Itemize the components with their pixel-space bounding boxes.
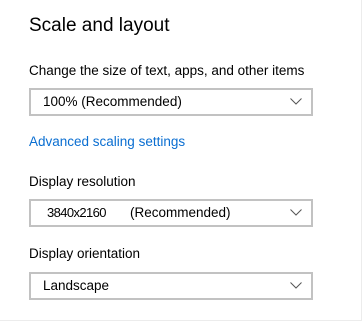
resolution-dropdown[interactable]: 3840x2160 (Recommended) xyxy=(29,199,313,227)
scale-label: Change the size of text, apps, and other… xyxy=(29,63,305,78)
chevron-down-icon xyxy=(290,282,302,289)
resolution-label: Display resolution xyxy=(29,174,136,189)
scale-and-layout-panel: Scale and layout Change the size of text… xyxy=(0,0,362,321)
section-title: Scale and layout xyxy=(29,15,170,36)
orientation-dropdown-value: Landscape xyxy=(43,278,110,293)
chevron-down-icon xyxy=(290,209,302,216)
orientation-label: Display orientation xyxy=(29,246,141,261)
chevron-down-icon xyxy=(290,98,302,105)
scale-dropdown[interactable]: 100% (Recommended) xyxy=(29,88,313,116)
resolution-recommended-note: (Recommended) xyxy=(130,205,231,220)
advanced-scaling-settings-link[interactable]: Advanced scaling settings xyxy=(29,133,185,151)
resolution-dropdown-value: 3840x2160 xyxy=(47,205,107,220)
scale-dropdown-value: 100% (Recommended) xyxy=(43,94,182,109)
orientation-dropdown[interactable]: Landscape xyxy=(29,272,313,300)
